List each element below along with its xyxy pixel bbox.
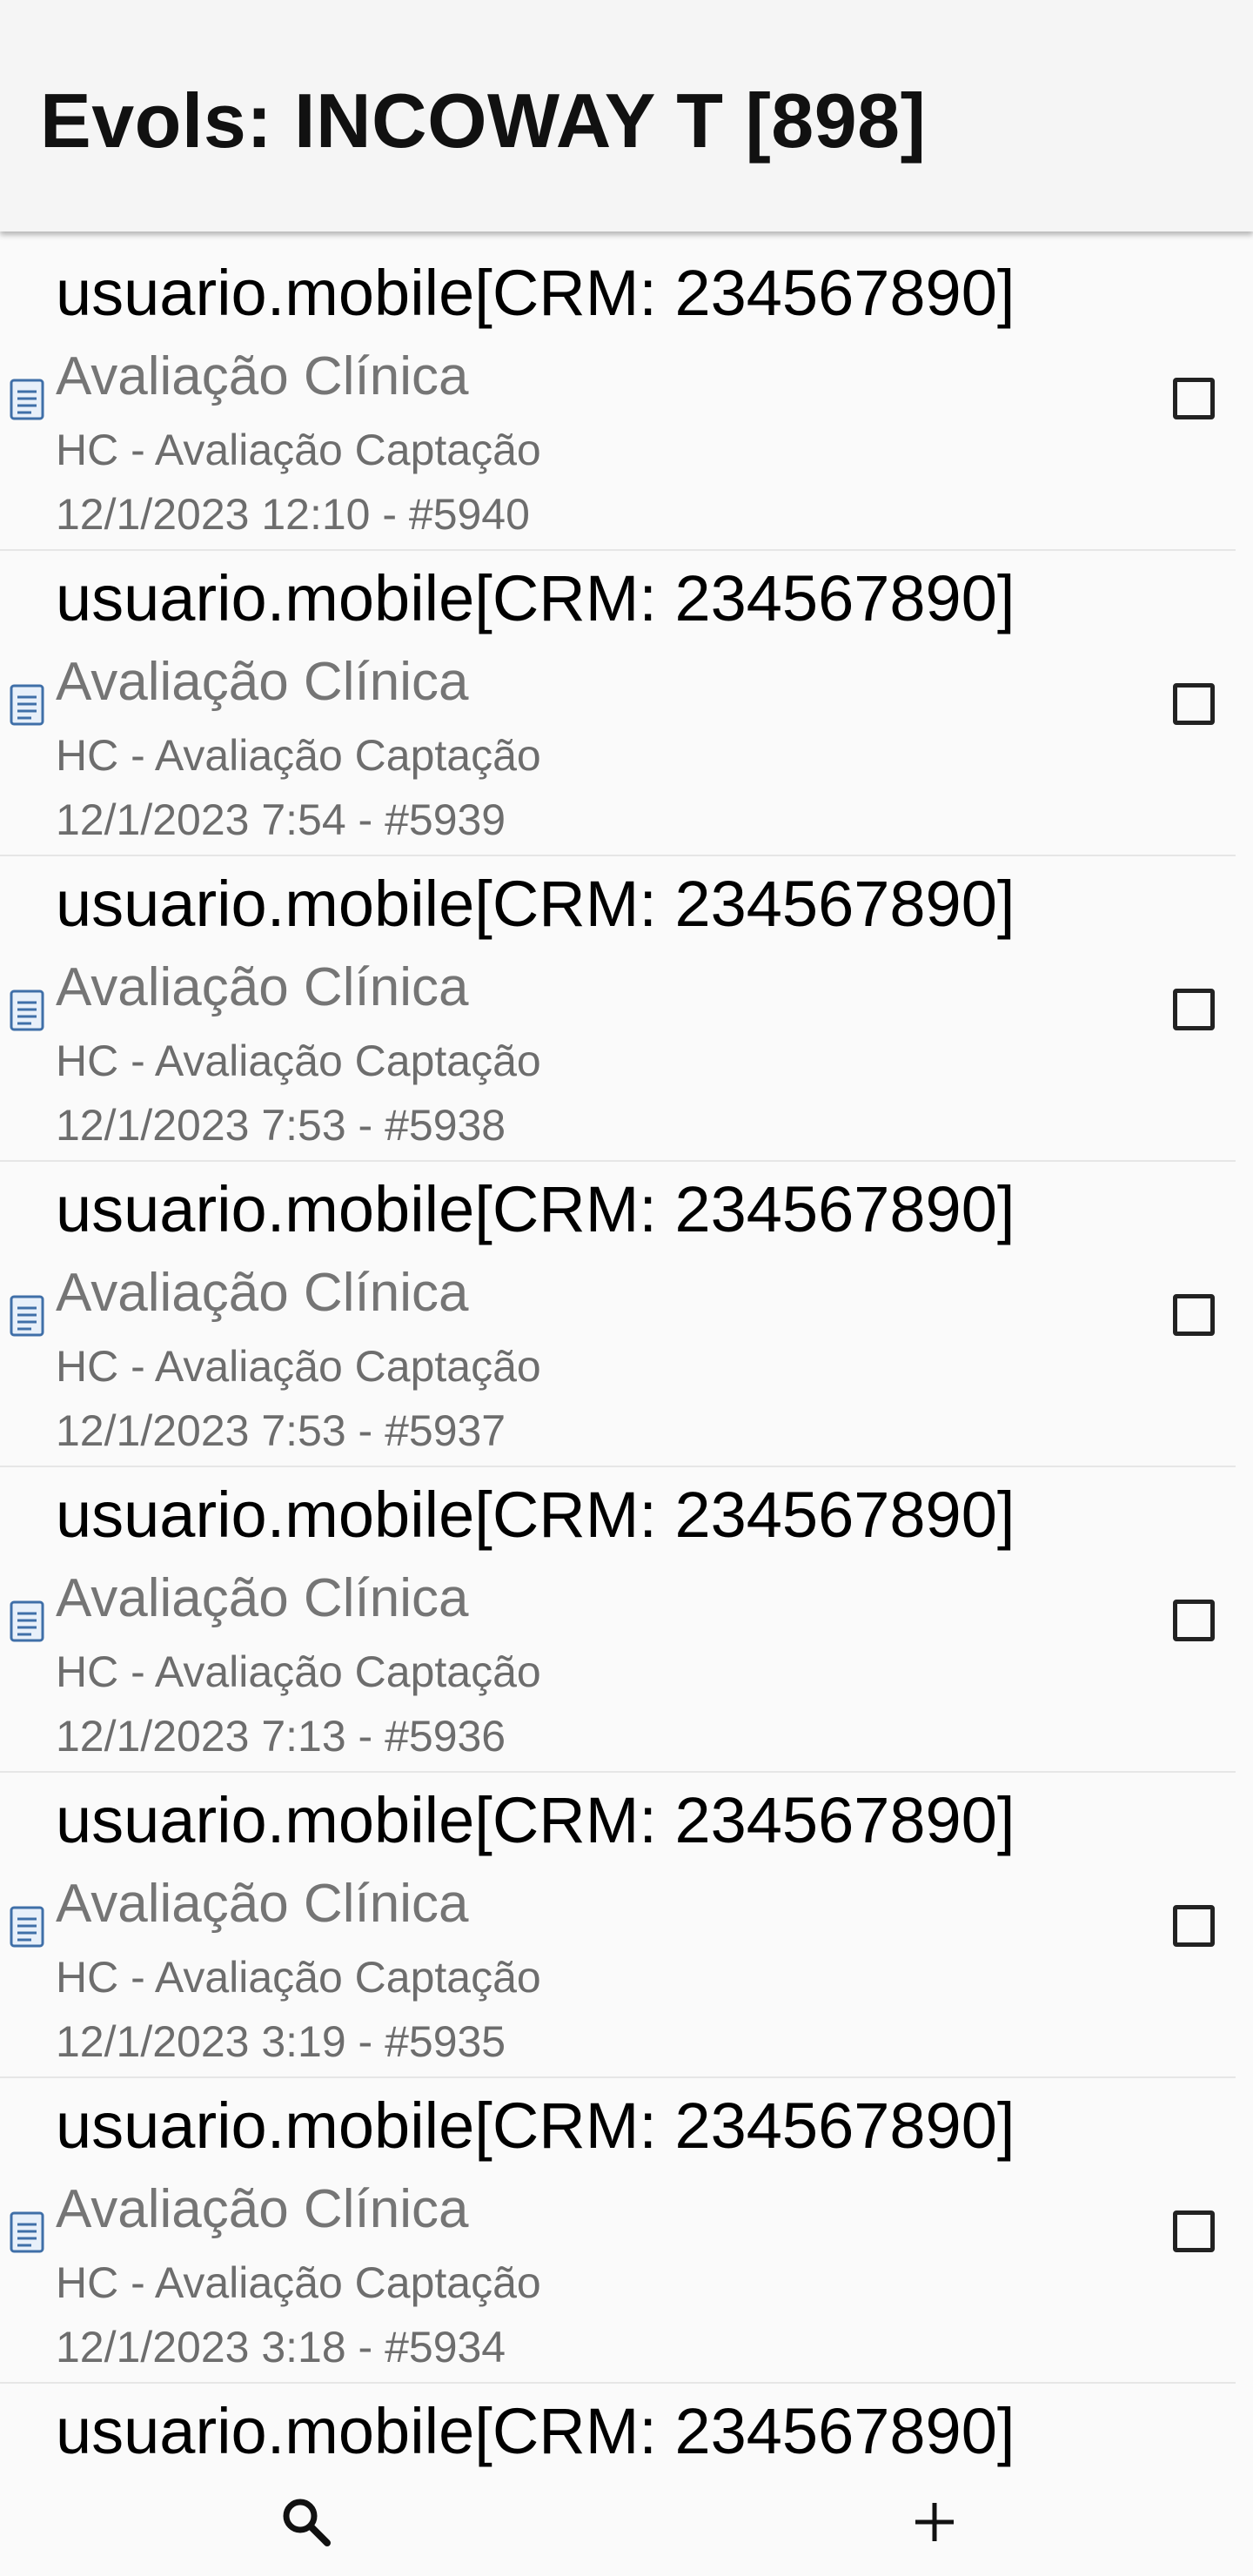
item-form: HC - Avaliação Captação — [56, 2258, 541, 2307]
item-author: usuario.mobile[CRM: 234567890] — [56, 2090, 1015, 2162]
page-title: Evols: INCOWAY T [898] — [40, 77, 927, 164]
item-type: Avaliação Clínica — [56, 652, 469, 712]
item-date: 12/1/2023 7:54 - #5939 — [56, 795, 506, 844]
bottom-action-bar — [0, 2468, 1253, 2576]
list-item[interactable]: usuario.mobile[CRM: 234567890] Avaliação… — [0, 1467, 1236, 1773]
list-item[interactable]: usuario.mobile[CRM: 234567890] Avaliação… — [0, 551, 1236, 856]
list-item[interactable]: usuario.mobile[CRM: 234567890] Avaliação… — [0, 245, 1236, 551]
item-author: usuario.mobile[CRM: 234567890] — [56, 562, 1015, 634]
document-icon — [10, 2211, 44, 2253]
item-checkbox[interactable] — [1173, 2210, 1215, 2252]
app-screen: Evols: INCOWAY T [898] usuario.mobile[CR… — [0, 0, 1253, 2576]
item-type: Avaliação Clínica — [56, 1263, 469, 1323]
item-author: usuario.mobile[CRM: 234567890] — [56, 1479, 1015, 1551]
list-item[interactable]: usuario.mobile[CRM: 234567890] Avaliação… — [0, 856, 1236, 1162]
item-checkbox[interactable] — [1173, 1905, 1215, 1947]
add-button[interactable] — [865, 2468, 1004, 2576]
item-date: 12/1/2023 3:18 - #5934 — [56, 2323, 506, 2371]
item-author: usuario.mobile[CRM: 234567890] — [56, 257, 1015, 329]
list-item[interactable]: usuario.mobile[CRM: 234567890] Avaliação… — [0, 1773, 1236, 2078]
document-icon — [10, 989, 44, 1031]
item-date: 12/1/2023 7:53 - #5937 — [56, 1406, 506, 1455]
item-form: HC - Avaliação Captação — [56, 1647, 541, 1696]
item-form: HC - Avaliação Captação — [56, 1953, 541, 2002]
document-icon — [10, 684, 44, 726]
document-icon — [10, 1906, 44, 1948]
item-author: usuario.mobile[CRM: 234567890] — [56, 1784, 1015, 1856]
item-type: Avaliação Clínica — [56, 346, 469, 406]
document-icon — [10, 1600, 44, 1642]
item-author: usuario.mobile[CRM: 234567890] — [56, 1173, 1015, 1245]
search-button[interactable] — [237, 2468, 376, 2576]
item-checkbox[interactable] — [1173, 989, 1215, 1030]
item-checkbox[interactable] — [1173, 1294, 1215, 1336]
item-type: Avaliação Clínica — [56, 2179, 469, 2239]
list-item[interactable]: usuario.mobile[CRM: 234567890] Avaliação… — [0, 1162, 1236, 1467]
item-form: HC - Avaliação Captação — [56, 731, 541, 780]
item-date: 12/1/2023 7:53 - #5938 — [56, 1101, 506, 1150]
item-form: HC - Avaliação Captação — [56, 426, 541, 474]
evolution-list[interactable]: usuario.mobile[CRM: 234567890] Avaliação… — [0, 245, 1253, 2576]
plus-icon — [915, 2503, 954, 2541]
item-author: usuario.mobile[CRM: 234567890] — [56, 868, 1015, 940]
item-date: 12/1/2023 3:19 - #5935 — [56, 2017, 506, 2066]
list-item[interactable]: usuario.mobile[CRM: 234567890] Avaliação… — [0, 2078, 1236, 2384]
item-date: 12/1/2023 12:10 - #5940 — [56, 490, 530, 539]
item-type: Avaliação Clínica — [56, 1874, 469, 1934]
item-checkbox[interactable] — [1173, 1600, 1215, 1641]
item-checkbox[interactable] — [1173, 378, 1215, 419]
item-form: HC - Avaliação Captação — [56, 1036, 541, 1085]
item-author: usuario.mobile[CRM: 234567890] — [56, 2395, 1015, 2467]
item-type: Avaliação Clínica — [56, 1568, 469, 1628]
item-checkbox[interactable] — [1173, 683, 1215, 725]
item-form: HC - Avaliação Captação — [56, 1342, 541, 1391]
item-date: 12/1/2023 7:13 - #5936 — [56, 1712, 506, 1761]
document-icon — [10, 379, 44, 420]
item-type: Avaliação Clínica — [56, 957, 469, 1017]
app-header: Evols: INCOWAY T [898] — [0, 0, 1253, 231]
document-icon — [10, 1295, 44, 1337]
search-icon — [283, 2499, 331, 2546]
